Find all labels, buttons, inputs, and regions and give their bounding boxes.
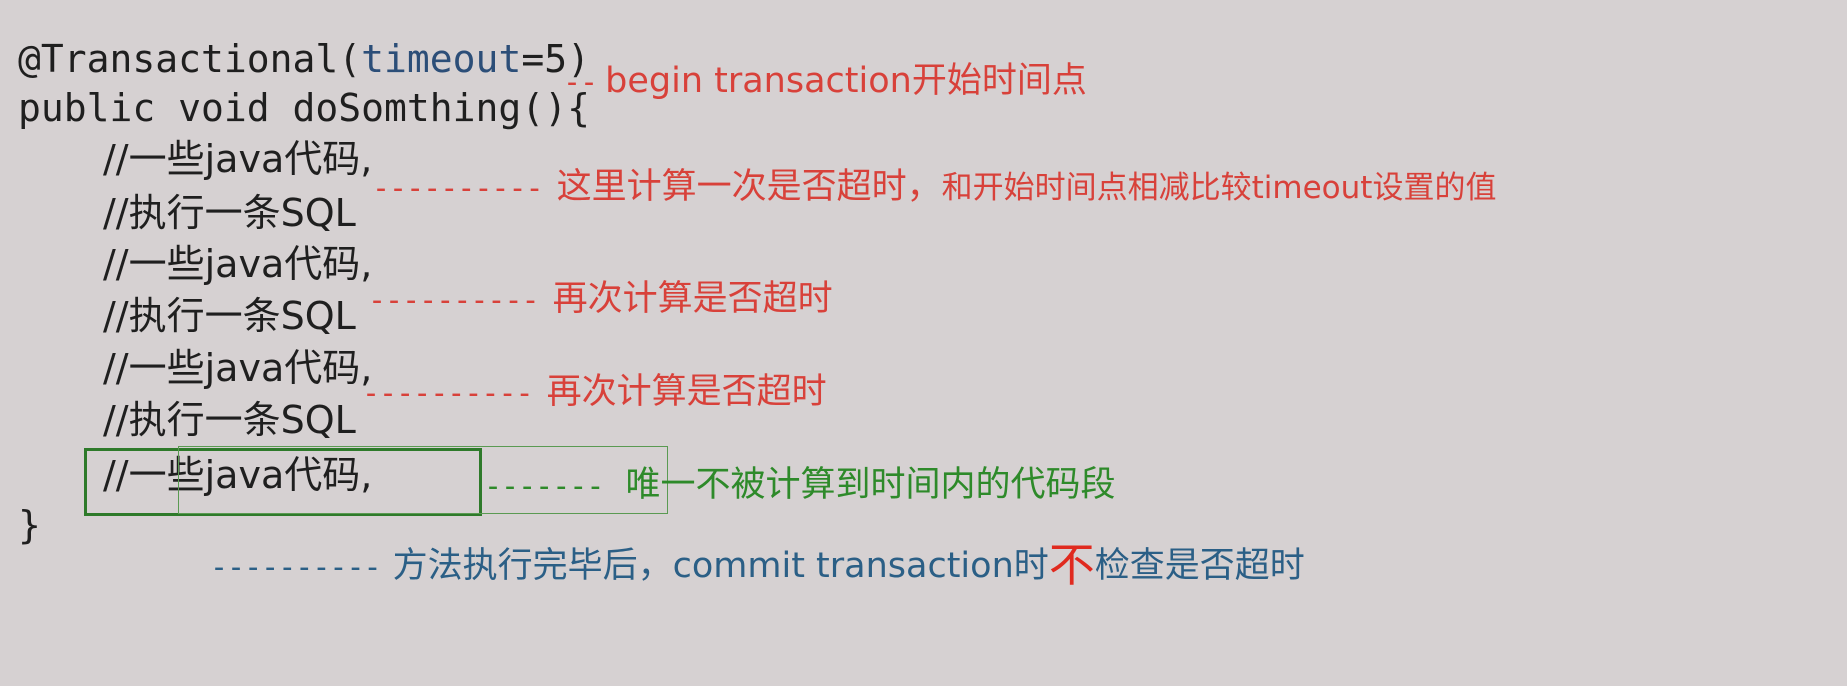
dash-commit: ---------- bbox=[210, 550, 382, 585]
dash-begin: -- bbox=[563, 65, 598, 100]
dash-check-3: ---------- bbox=[362, 376, 534, 411]
note-commit-emphasis: 不 bbox=[1048, 538, 1095, 592]
note-check-2-text: 再次计算是否超时 bbox=[552, 279, 833, 319]
dash-uncounted: ------- bbox=[484, 469, 604, 504]
code-line-4: //执行一条SQL bbox=[103, 294, 356, 338]
note-commit-text-before: 方法执行完毕后，commit transaction时 bbox=[392, 546, 1049, 586]
note-check-1: ---------- 这里计算一次是否超时，和开始时间点相减比较timeout设置… bbox=[372, 170, 1496, 205]
note-check-3: ---------- 再次计算是否超时 bbox=[362, 375, 827, 410]
note-begin-text: begin transaction开始时间点 bbox=[605, 61, 1087, 101]
code-line-1: //一些java代码, bbox=[103, 137, 373, 181]
note-check-3-text: 再次计算是否超时 bbox=[546, 372, 827, 412]
code-line-5: //一些java代码, bbox=[103, 346, 373, 390]
note-uncounted: ------- 唯一不被计算到时间内的代码段 bbox=[484, 468, 1115, 503]
closing-brace: } bbox=[18, 503, 41, 547]
note-check-2: ---------- 再次计算是否超时 bbox=[368, 282, 833, 317]
code-line-3: //一些java代码, bbox=[103, 242, 373, 286]
dash-check-2: ---------- bbox=[368, 283, 540, 318]
note-check-1-subtext: 和开始时间点相减比较timeout设置的值 bbox=[941, 170, 1497, 206]
note-commit: ---------- 方法执行完毕后，commit transaction时不检查… bbox=[210, 538, 1305, 588]
annotation-line: @Transactional(timeout=5) bbox=[18, 40, 590, 78]
code-line-6: //执行一条SQL bbox=[103, 398, 356, 442]
note-uncounted-text: 唯一不被计算到时间内的代码段 bbox=[625, 465, 1116, 505]
note-commit-text-after: 检查是否超时 bbox=[1094, 546, 1305, 586]
note-check-1-text: 这里计算一次是否超时， bbox=[556, 167, 942, 207]
slide: @Transactional(timeout=5) public void do… bbox=[0, 0, 1847, 686]
dash-check-1: ---------- bbox=[372, 171, 544, 206]
note-begin: -- begin transaction开始时间点 bbox=[563, 64, 1087, 99]
code-line-2: //执行一条SQL bbox=[103, 191, 356, 235]
method-signature: public void doSomthing(){ bbox=[18, 86, 590, 130]
annotation-param: timeout bbox=[361, 37, 522, 81]
annotation-prefix: @Transactional( bbox=[18, 37, 362, 81]
